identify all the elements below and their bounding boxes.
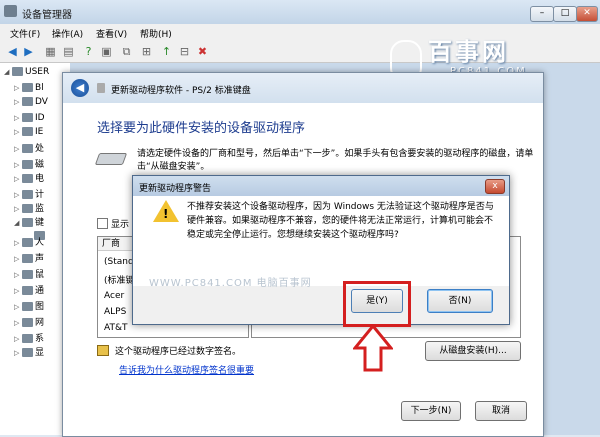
warning-title-bar: 更新驱动程序警告 x: [133, 176, 509, 196]
tree-item[interactable]: ▷ 声: [14, 251, 44, 264]
tree-item[interactable]: ▷ 处: [14, 141, 44, 154]
ieee-controller-icon: [22, 127, 33, 136]
processor-icon: [22, 144, 33, 153]
cancel-button[interactable]: 取消: [475, 401, 527, 421]
list-item[interactable]: ALPS: [104, 307, 126, 317]
computer-icon: [22, 190, 33, 199]
dialog-watermark: WWW.PC841.COM 电脑百事网: [149, 278, 312, 289]
menu-file[interactable]: 文件(F): [10, 27, 40, 40]
dvd-drive-icon: [22, 97, 33, 106]
tree-item[interactable]: ◢ 键: [14, 215, 44, 228]
computer-icon: [12, 67, 23, 76]
tree-item[interactable]: ▷ 鼠: [14, 267, 44, 280]
close-button[interactable]: ✕: [576, 6, 598, 22]
tree-item[interactable]: ▷ 监: [14, 201, 44, 214]
show-compatible-checkbox[interactable]: [97, 218, 108, 229]
warning-message: 不推荐安装这个设备驱动程序，因为 Windows 无法验证这个驱动程序是否与硬件…: [187, 202, 494, 240]
maximize-button[interactable]: □: [553, 6, 577, 22]
dialog-description: 请选定硬件设备的厂商和型号，然后单击“下一步”。如果手头有包含要安装的驱动程序的…: [137, 149, 534, 172]
keyboard-icon: [22, 218, 33, 227]
forward-arrow-icon[interactable]: ▶: [22, 46, 35, 58]
dialog-header: ◀ 更新驱动程序软件 - PS/2 标准键盘: [63, 73, 543, 103]
title-bar: 设备管理器 – □ ✕: [0, 0, 600, 24]
device-manager-icon: [4, 5, 17, 17]
properties-icon[interactable]: ▦: [44, 46, 57, 58]
hid-icon: [22, 238, 33, 247]
scan-hardware-icon[interactable]: ⧉: [120, 46, 133, 58]
signed-driver-text: 这个驱动程序已经过数字签名。: [115, 347, 242, 357]
list-item[interactable]: (Stand: [104, 257, 134, 267]
list-icon[interactable]: ▤: [62, 46, 75, 58]
tree-item[interactable]: ▷ 通: [14, 283, 44, 296]
view-icon[interactable]: ▣: [100, 46, 113, 58]
tree-item[interactable]: ▷ Bl: [14, 83, 44, 96]
network-adapter-icon: [22, 318, 33, 327]
signed-driver-icon: [97, 345, 109, 356]
warning-close-button[interactable]: x: [485, 179, 505, 194]
usb-controller-icon: [22, 286, 33, 295]
tree-item[interactable]: ▷ DV: [14, 97, 48, 110]
keyboard-icon: [94, 153, 128, 165]
tree-item[interactable]: ▷ 图: [14, 299, 44, 312]
list-item[interactable]: AT&T: [104, 323, 127, 333]
tree-item[interactable]: ▷ 显: [14, 345, 44, 358]
show-compatible-label: 显示: [111, 220, 130, 230]
window-title: 设备管理器: [22, 10, 72, 21]
menu-action[interactable]: 操作(A): [52, 27, 83, 40]
tree-item[interactable]: ▷ 电: [14, 171, 44, 184]
device-icon: [97, 83, 105, 93]
device-tree: ◢ USER ▷ Bl ▷ DV ▷ ID ▷ IE ▷ 处 ▷ 磁 ▷ 电 ▷ 计 ▷ 监 ◢ 键 …: [0, 63, 70, 435]
list-item[interactable]: Acer: [104, 291, 124, 301]
monitor-icon: [22, 204, 33, 213]
tree-item[interactable]: ▷ 系: [14, 331, 44, 344]
dialog-title: 更新驱动程序软件 - PS/2 标准键盘: [111, 86, 251, 96]
minimize-button[interactable]: –: [530, 6, 554, 22]
have-disk-button[interactable]: 从磁盘安装(H)...: [425, 341, 521, 361]
up-arrow-icon: [353, 324, 393, 372]
uninstall-device-icon[interactable]: ✖: [196, 46, 209, 58]
no-button[interactable]: 否(N): [427, 289, 493, 313]
warning-title: 更新驱动程序警告: [139, 184, 212, 194]
sound-icon: [22, 254, 33, 263]
next-button[interactable]: 下一步(N): [401, 401, 461, 421]
tree-item[interactable]: ▷ ID: [14, 113, 45, 126]
why-signing-important-link[interactable]: 告诉我为什么驱动程序签名很重要: [119, 363, 254, 376]
exclamation-icon: !: [163, 207, 169, 221]
menu-help[interactable]: 帮助(H): [140, 27, 172, 40]
tree-root[interactable]: ◢ USER: [4, 67, 49, 80]
imaging-device-icon: [22, 302, 33, 311]
disk-drive-icon: [22, 160, 33, 169]
tree-item[interactable]: ▷ 磁: [14, 157, 44, 170]
ide-controller-icon: [22, 113, 33, 122]
driver-warning-dialog: 更新驱动程序警告 x ! 不推荐安装这个设备驱动程序，因为 Windows 无法…: [132, 175, 510, 327]
list-item[interactable]: (标准键: [104, 273, 135, 286]
yes-button[interactable]: 是(Y): [351, 289, 403, 313]
enable-device-icon[interactable]: ↑: [160, 46, 173, 58]
watermark-brand: 百事网: [428, 38, 509, 66]
dialog-heading: 选择要为此硬件安装的设备驱动程序: [97, 121, 306, 136]
back-arrow-icon[interactable]: ◀: [6, 46, 19, 58]
menu-view[interactable]: 查看(V): [96, 27, 127, 40]
tree-item[interactable]: ▷ IE: [14, 127, 43, 140]
update-driver-icon[interactable]: ⊞: [140, 46, 153, 58]
disable-device-icon[interactable]: ⊟: [178, 46, 191, 58]
tree-item[interactable]: ▷ 计: [14, 187, 44, 200]
tree-item[interactable]: ▷ 网: [14, 315, 44, 328]
bluetooth-icon: [22, 83, 33, 92]
mouse-icon: [22, 270, 33, 279]
system-device-icon: [22, 334, 33, 343]
help-icon[interactable]: ?: [82, 46, 95, 58]
display-adapter-icon: [22, 348, 33, 357]
back-button[interactable]: ◀: [71, 79, 89, 97]
battery-icon: [22, 174, 33, 183]
tree-item[interactable]: ▷ 人: [14, 235, 44, 248]
